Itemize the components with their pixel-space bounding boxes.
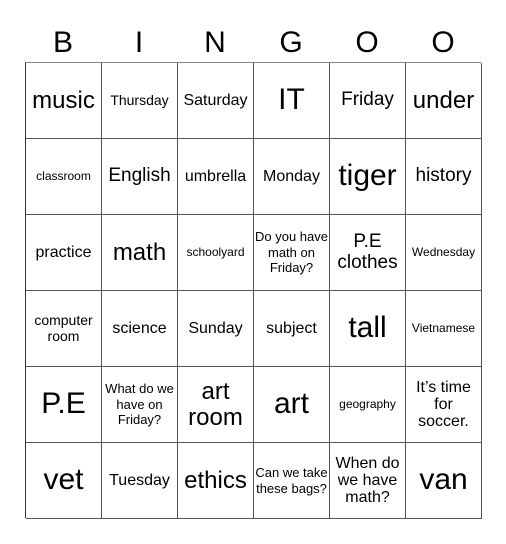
bingo-cell[interactable]: geography bbox=[330, 367, 406, 443]
bingo-cell[interactable]: vet bbox=[26, 443, 102, 519]
bingo-cell[interactable]: P.E clothes bbox=[330, 215, 406, 291]
header-letter-b: B bbox=[52, 26, 73, 59]
bingo-cell[interactable]: Wednesday bbox=[406, 215, 482, 291]
bingo-cell[interactable]: tall bbox=[330, 291, 406, 367]
header-letter-n: N bbox=[204, 26, 226, 59]
bingo-cell[interactable]: English bbox=[102, 139, 178, 215]
bingo-cell[interactable]: practice bbox=[26, 215, 102, 291]
bingo-cell[interactable]: Can we take these bags? bbox=[254, 443, 330, 519]
bingo-card: music Thursday Saturday IT Friday under … bbox=[25, 62, 482, 519]
bingo-cell[interactable]: van bbox=[406, 443, 482, 519]
bingo-cell[interactable]: Do you have math on Friday? bbox=[254, 215, 330, 291]
bingo-cell[interactable]: Tuesday bbox=[102, 443, 178, 519]
bingo-cell[interactable]: classroom bbox=[26, 139, 102, 215]
bingo-cell[interactable]: tiger bbox=[330, 139, 406, 215]
bingo-cell[interactable]: math bbox=[102, 215, 178, 291]
bingo-cell[interactable]: P.E bbox=[26, 367, 102, 443]
bingo-cell[interactable]: When do we have math? bbox=[330, 443, 406, 519]
bingo-cell[interactable]: schoolyard bbox=[178, 215, 254, 291]
bingo-cell[interactable]: under bbox=[406, 63, 482, 139]
bingo-cell[interactable]: Thursday bbox=[102, 63, 178, 139]
bingo-cell[interactable]: What do we have on Friday? bbox=[102, 367, 178, 443]
bingo-cell[interactable]: Saturday bbox=[178, 63, 254, 139]
bingo-cell[interactable]: Sunday bbox=[178, 291, 254, 367]
bingo-cell[interactable]: computer room bbox=[26, 291, 102, 367]
header-letter-g: G bbox=[279, 26, 303, 59]
bingo-cell[interactable]: subject bbox=[254, 291, 330, 367]
bingo-header: B I N G O O bbox=[25, 24, 481, 62]
bingo-cell[interactable]: Vietnamese bbox=[406, 291, 482, 367]
bingo-cell[interactable]: art bbox=[254, 367, 330, 443]
bingo-cell[interactable]: It’s time for soccer. bbox=[406, 367, 482, 443]
bingo-cell[interactable]: history bbox=[406, 139, 482, 215]
header-letter-o: O bbox=[355, 26, 379, 59]
bingo-cell[interactable]: art room bbox=[178, 367, 254, 443]
bingo-cell[interactable]: umbrella bbox=[178, 139, 254, 215]
bingo-cell[interactable]: science bbox=[102, 291, 178, 367]
bingo-cell[interactable]: ethics bbox=[178, 443, 254, 519]
bingo-cell[interactable]: Friday bbox=[330, 63, 406, 139]
header-letter-o-2: O bbox=[431, 26, 455, 59]
bingo-cell[interactable]: IT bbox=[254, 63, 330, 139]
bingo-cell[interactable]: Monday bbox=[254, 139, 330, 215]
header-letter-i: I bbox=[134, 26, 144, 59]
bingo-cell[interactable]: music bbox=[26, 63, 102, 139]
